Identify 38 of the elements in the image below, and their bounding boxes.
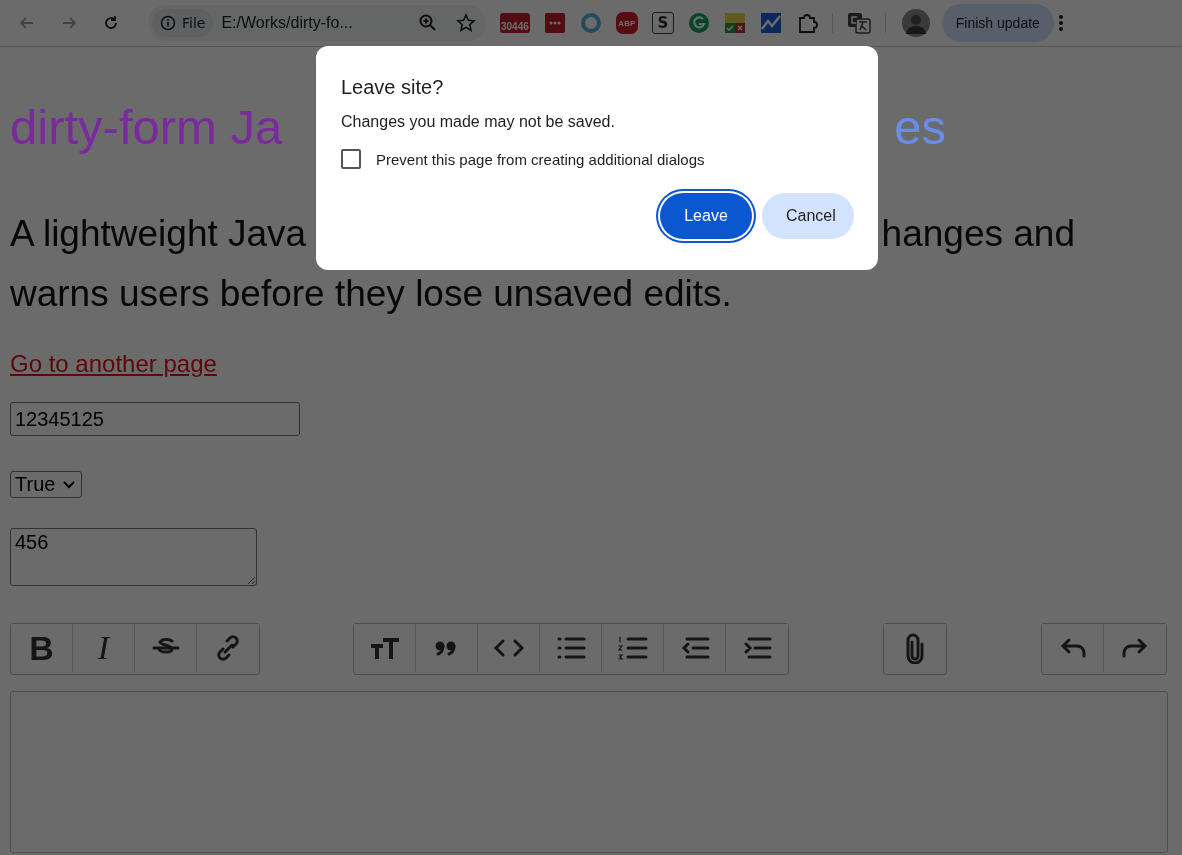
intro-text: hanges and	[881, 212, 1075, 256]
extension-icon[interactable]	[687, 12, 710, 34]
checkbox[interactable]	[341, 149, 361, 169]
dialog-message: Changes you made may not be saved.	[341, 113, 616, 131]
url-text: E:/Works/dirty-fo...	[221, 14, 354, 32]
caret-icon	[63, 480, 76, 489]
reload-icon	[102, 14, 120, 32]
extension-icon[interactable]: S	[651, 12, 674, 34]
extension-icon[interactable]: ABP	[615, 12, 638, 34]
true-select[interactable]: True	[10, 471, 83, 498]
text-input[interactable]: 12345125	[10, 402, 300, 436]
chart-icon[interactable]	[759, 12, 782, 34]
another-page-link[interactable]: Go to another page	[10, 350, 217, 378]
info-icon	[160, 15, 176, 31]
text-area[interactable]: 456	[10, 528, 257, 586]
scheme-label: File	[182, 15, 206, 31]
star-icon[interactable]	[456, 13, 476, 33]
site-info-chip[interactable]: File	[152, 9, 214, 37]
intro-text: warns users before they lose unsaved edits.	[10, 272, 732, 316]
checkbox-label[interactable]: Prevent this page from creating additional dialogs	[376, 150, 705, 168]
bold-button[interactable]: B	[11, 624, 73, 672]
undo-button[interactable]	[1042, 624, 1104, 672]
zoom-icon[interactable]	[418, 13, 438, 33]
translate-icon[interactable]	[846, 12, 871, 34]
avatar-icon[interactable]	[901, 9, 930, 37]
extension-icon[interactable]	[543, 12, 566, 34]
page-heading: dirty-form Ja	[10, 99, 283, 155]
menu-icon[interactable]	[1057, 14, 1064, 32]
extension-badge[interactable]: 30446	[500, 13, 530, 33]
page-heading: es	[894, 99, 946, 155]
address-bar[interactable]: File E:/Works/dirty-fo...	[148, 5, 486, 41]
finish-update-button[interactable]: Finish update	[941, 4, 1054, 42]
intro-text: A lightweight Java	[10, 212, 307, 256]
heading-button[interactable]	[354, 624, 416, 672]
cancel-button[interactable]: Cancel	[762, 193, 854, 239]
ring-icon[interactable]	[579, 12, 602, 34]
dialog-title: Leave site?	[341, 76, 445, 99]
checklist-icon[interactable]	[723, 12, 746, 34]
